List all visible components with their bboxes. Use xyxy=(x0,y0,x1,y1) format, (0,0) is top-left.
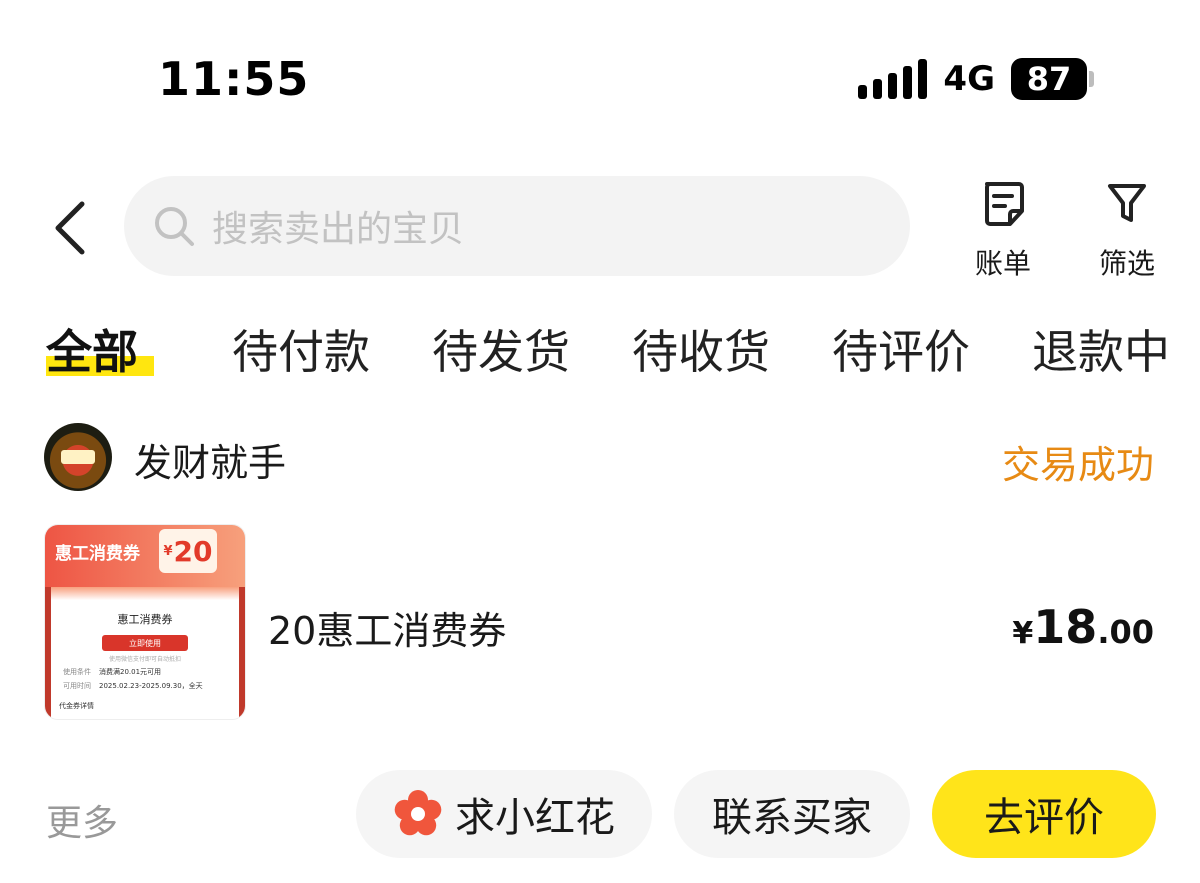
back-button[interactable] xyxy=(48,196,96,260)
bill-icon xyxy=(985,182,1024,226)
bill-label: 账单 xyxy=(974,247,1031,280)
battery-icon: 87 xyxy=(1011,58,1094,100)
more-button[interactable]: 更多 xyxy=(46,794,118,846)
request-flower-label: 求小红花 xyxy=(455,795,615,841)
contact-buyer-button[interactable]: 联系买家 xyxy=(674,770,910,858)
thumbnail-use-button: 立即使用 xyxy=(102,635,188,651)
thumbnail-name: 惠工消费券 xyxy=(117,613,173,626)
signal-icon xyxy=(858,59,928,99)
tab-pending-shipment[interactable]: 待发货 xyxy=(432,316,570,382)
network-type: 4G xyxy=(943,59,995,99)
search-input[interactable]: 搜索卖出的宝贝 xyxy=(124,176,910,276)
status-indicators: 4G 87 xyxy=(858,58,1094,100)
thumbnail-amount: ¥20 xyxy=(159,529,217,573)
tab-refunding[interactable]: 退款中 xyxy=(1032,316,1170,382)
battery-level: 87 xyxy=(1011,58,1087,100)
shop-name[interactable]: 发财就手 xyxy=(134,432,286,487)
filter-button[interactable]: 筛选 xyxy=(1082,178,1172,282)
tab-pending-review[interactable]: 待评价 xyxy=(832,316,970,382)
request-flower-button[interactable]: 求小红花 xyxy=(356,770,652,858)
thumbnail-title: 惠工消费券 xyxy=(55,544,140,564)
write-review-button[interactable]: 去评价 xyxy=(932,770,1156,858)
search-icon xyxy=(155,207,194,246)
product-title[interactable]: 20惠工消费券 xyxy=(268,600,506,655)
order-price: ¥18.00 xyxy=(1012,600,1154,654)
search-placeholder: 搜索卖出的宝贝 xyxy=(212,209,465,250)
tab-all[interactable]: 全部 xyxy=(46,316,138,382)
thumbnail-condition: 使用条件 消费满20.01元可用 xyxy=(63,668,162,676)
status-time: 11:55 xyxy=(158,52,310,106)
filter-icon xyxy=(1108,184,1146,222)
thumbnail-note: 使用微信支付即可自动抵扣 xyxy=(108,656,181,663)
filter-label: 筛选 xyxy=(1098,247,1155,280)
shop-avatar[interactable] xyxy=(44,423,112,491)
thumbnail-footer: 代金券详情 xyxy=(59,702,94,710)
thumbnail-time: 可用时间 2025.02.23-2025.09.30，全天 xyxy=(63,682,203,690)
product-thumbnail[interactable]: 惠工消费券 ¥20 惠工消费券 立即使用 使用微信支付即可自动抵扣 使用条件 消费… xyxy=(44,524,246,720)
order-status: 交易成功 xyxy=(1001,443,1154,487)
bill-button[interactable]: 账单 xyxy=(958,178,1048,282)
chevron-left-icon xyxy=(55,201,85,255)
flower-icon xyxy=(394,790,442,836)
tab-pending-payment[interactable]: 待付款 xyxy=(232,316,370,382)
tab-pending-receipt[interactable]: 待收货 xyxy=(632,316,770,382)
